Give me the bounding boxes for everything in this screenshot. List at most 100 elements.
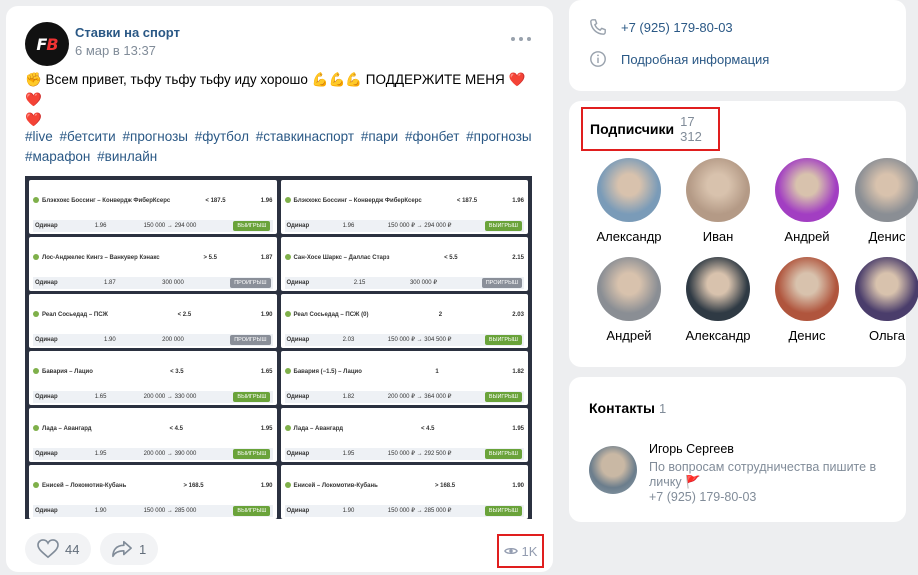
subscriber-item[interactable]: Денис: [847, 158, 918, 244]
bet-footer: Одинар 1.96 150 000 → 294 000 ВЫИГРЫШ: [33, 220, 273, 232]
bet-footer: Одинар 1.90 150 000 → 285 000 ВЫИГРЫШ: [33, 505, 273, 517]
info-icon: [590, 51, 606, 67]
bet-slip: Блэкхокс Боссинг – Конвердж ФиберКсерс < …: [29, 180, 277, 234]
sport-icon: [284, 425, 291, 432]
bet-slip: Лада – Авангард < 4.5 1.95 Одинар 1.95 150 00…: [280, 408, 528, 462]
sport-icon: [284, 197, 291, 204]
post-date[interactable]: 6 мар в 13:37: [75, 43, 156, 58]
bet-result-badge: ВЫИГРЫШ: [484, 449, 522, 459]
bet-event: Блэкхокс Боссинг – Конвердж ФиберКсерс < …: [33, 197, 273, 205]
subscriber-item[interactable]: Андрей: [767, 158, 847, 244]
bet-footer: Одинар 1.95 200 000 → 390 000 ВЫИГРЫШ: [33, 448, 273, 460]
share-count: 1: [139, 541, 147, 557]
post-text: ✊ Всем привет, тьфу тьфу тьфу иду хорошо…: [25, 72, 526, 127]
eye-icon: [503, 548, 518, 554]
bet-result-badge: ВЫИГРЫШ: [484, 392, 522, 402]
subscriber-item[interactable]: Иван: [678, 158, 758, 244]
hashtag-link[interactable]: #пари: [361, 129, 398, 144]
bet-event: Лада – Авангард < 4.5 1.95: [33, 425, 273, 433]
bet-footer: Одинар 2.15 300 000 ₽ ПРОИГРЫШ: [284, 277, 524, 289]
subscriber-item[interactable]: Ольга: [847, 257, 918, 343]
subscriber-name[interactable]: Александр: [678, 328, 758, 343]
bet-footer: Одинар 1.90 150 000 ₽ → 285 000 ₽ ВЫИГРЫШ: [284, 505, 524, 517]
sport-icon: [33, 197, 39, 204]
subscriber-avatar[interactable]: [597, 158, 661, 222]
subscriber-name[interactable]: Александр: [589, 229, 669, 244]
bet-footer: Одинар 1.90 200 000 ПРОИГРЫШ: [33, 334, 273, 346]
contacts-title[interactable]: Контакты 1: [589, 400, 666, 416]
hashtag-link[interactable]: #прогнозы: [123, 129, 188, 144]
bet-slip: Реал Сосьедад – ПСЖ < 2.5 1.90 Одинар 1.90 20…: [29, 294, 277, 348]
subscriber-item[interactable]: Андрей: [589, 257, 669, 343]
post-image[interactable]: Блэкхокс Боссинг – Конвердж ФиберКсерс < …: [25, 176, 532, 519]
subscriber-item[interactable]: Александр: [589, 158, 669, 244]
bet-result-badge: ВЫИГРЫШ: [484, 221, 522, 231]
subscriber-name[interactable]: Денис: [767, 328, 847, 343]
subscriber-name[interactable]: Ольга: [847, 328, 918, 343]
contact-name[interactable]: Игорь Сергеев: [649, 442, 734, 456]
sport-icon: [33, 368, 39, 375]
subscriber-avatar[interactable]: [855, 158, 918, 222]
like-button[interactable]: 44: [25, 533, 91, 565]
subscribers-header[interactable]: Подписчики 17 312: [581, 107, 720, 151]
subscriber-avatar[interactable]: [686, 257, 750, 321]
bet-footer: Одинар 1.95 150 000 ₽ → 292 500 ₽ ВЫИГРЫШ: [284, 448, 524, 460]
sport-icon: [284, 311, 291, 318]
hashtag-link[interactable]: #live: [25, 129, 53, 144]
details-link[interactable]: Подробная информация: [589, 50, 769, 68]
subscriber-name[interactable]: Андрей: [589, 328, 669, 343]
more-options-icon[interactable]: [511, 35, 531, 43]
phone-icon: [590, 19, 606, 35]
contact-avatar[interactable]: [589, 446, 637, 494]
bet-slip: Сан-Хосе Шаркс – Даллас Старз < 5.5 2.15 Од…: [280, 237, 528, 291]
bet-event: Лос-Анджелес Кингз – Ванкувер Кэнакс > 5.…: [33, 254, 273, 262]
hashtag-link[interactable]: #фонбет: [405, 129, 459, 144]
community-avatar[interactable]: FB: [25, 22, 69, 66]
bet-event: Лада – Авангард < 4.5 1.95: [284, 425, 524, 433]
subscriber-name[interactable]: Иван: [678, 229, 758, 244]
post-card: FB Ставки на спорт 6 мар в 13:37 ✊ Всем …: [6, 6, 553, 572]
bet-slip: Енисей – Локомотив-Кубань > 168.5 1.90 Один…: [280, 465, 528, 519]
subscriber-avatar[interactable]: [775, 158, 839, 222]
bet-event: Бавария (−1.5) – Лацио 1 1.82: [284, 368, 524, 376]
hashtag-link[interactable]: #прогнозы: [466, 129, 531, 144]
subscriber-item[interactable]: Александр: [678, 257, 758, 343]
bet-event: Блэкхокс Боссинг – Конвердж ФиберКсерс < …: [284, 197, 525, 205]
subscriber-item[interactable]: Денис: [767, 257, 847, 343]
subscribers-title: Подписчики: [590, 121, 675, 137]
bet-footer: Одинар 1.65 200 000 → 330 000 ВЫИГРЫШ: [33, 391, 273, 403]
hashtag-link[interactable]: #бетсити: [60, 129, 116, 144]
bet-result-badge: ПРОИГРЫШ: [230, 335, 271, 345]
sport-icon: [284, 368, 291, 375]
bet-event: Енисей – Локомотив-Кубань > 168.5 1.90: [33, 482, 273, 490]
hashtag-link[interactable]: #винлайн: [97, 149, 157, 164]
bet-footer: Одинар 2.03 150 000 ₽ → 304 500 ₽ ВЫИГРЫШ: [284, 334, 524, 346]
hashtag-link[interactable]: #футбол: [195, 129, 249, 144]
share-button[interactable]: 1: [100, 533, 158, 565]
sport-icon: [284, 482, 291, 489]
bet-footer: Одинар 1.87 300 000 ПРОИГРЫШ: [33, 277, 273, 289]
sport-icon: [33, 482, 39, 489]
info-card: +7 (925) 179-80-03 Подробная информация: [569, 0, 906, 91]
bet-slip: Лос-Анджелес Кингз – Ванкувер Кэнакс > 5.…: [29, 237, 277, 291]
bet-result-badge: ВЫИГРЫШ: [484, 506, 522, 516]
subscriber-name[interactable]: Андрей: [767, 229, 847, 244]
bet-slip: Лада – Авангард < 4.5 1.95 Одинар 1.95 200 00…: [29, 408, 277, 462]
author-name-link[interactable]: Ставки на спорт: [75, 25, 180, 40]
hashtag-link[interactable]: #марафон: [25, 149, 90, 164]
sport-icon: [284, 254, 291, 261]
bet-result-badge: ПРОИГРЫШ: [481, 278, 522, 288]
contacts-card: Контакты 1 Игорь Сергеев По вопросам сотр…: [569, 377, 906, 522]
subscriber-avatar[interactable]: [855, 257, 918, 321]
phone-row[interactable]: +7 (925) 179-80-03: [589, 18, 733, 36]
sport-icon: [33, 254, 39, 261]
subscriber-avatar[interactable]: [597, 257, 661, 321]
bets-column-left: Блэкхокс Боссинг – Конвердж ФиберКсерс < …: [29, 180, 277, 519]
hashtags: #live #бетсити #прогнозы #футбол #ставки…: [25, 127, 535, 167]
subscriber-name[interactable]: Денис: [847, 229, 918, 244]
subscriber-avatar[interactable]: [686, 158, 750, 222]
bet-result-badge: ВЫИГРЫШ: [233, 392, 271, 402]
subscriber-avatar[interactable]: [775, 257, 839, 321]
hashtag-link[interactable]: #ставкинаспорт: [256, 129, 354, 144]
bet-event: Енисей – Локомотив-Кубань > 168.5 1.90: [284, 482, 524, 490]
